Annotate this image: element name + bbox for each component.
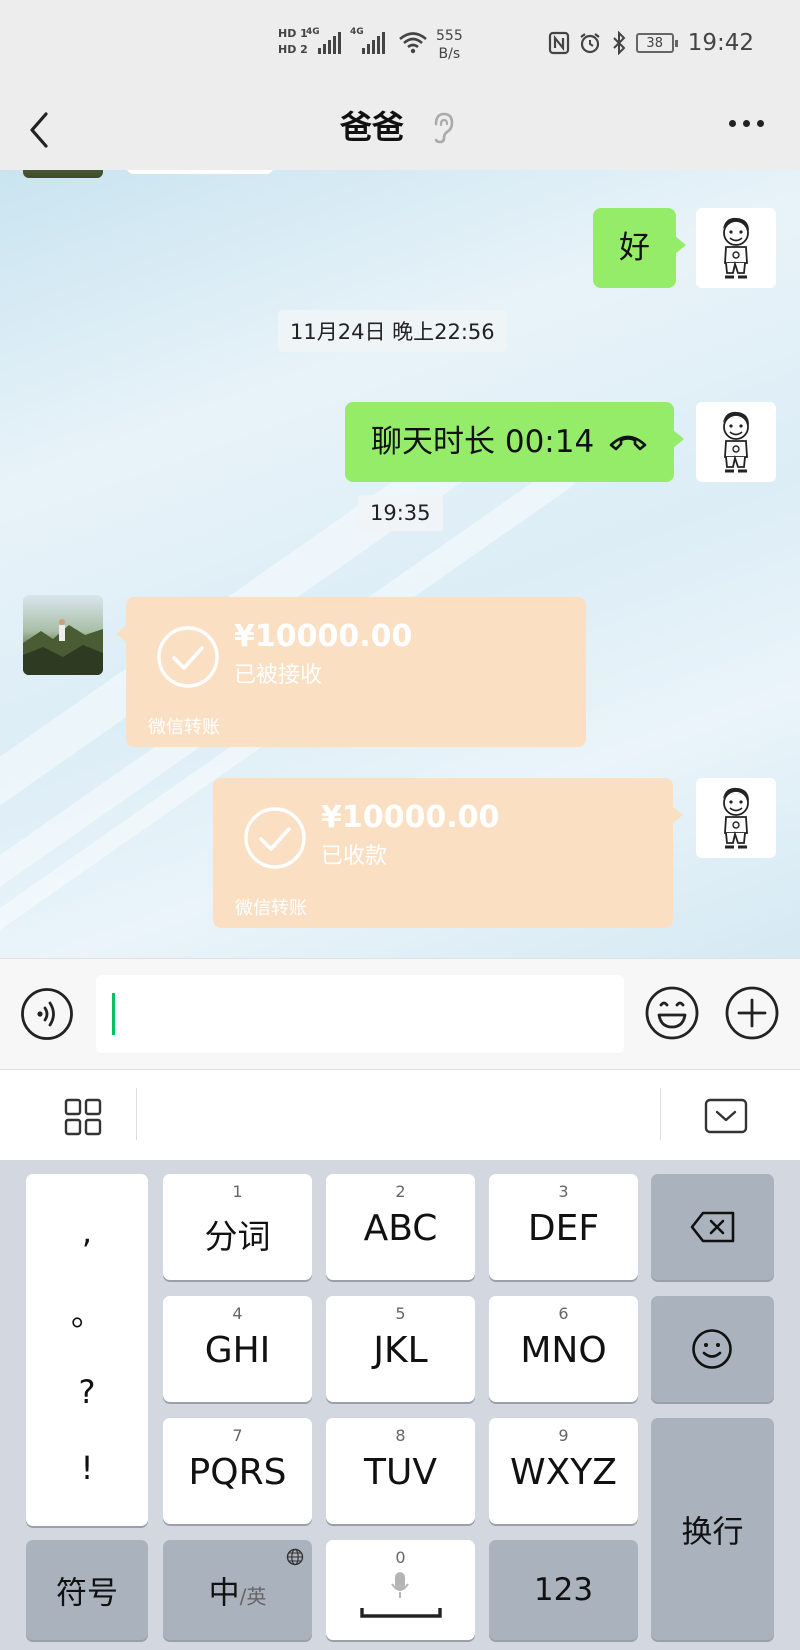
status-bar: HD 1 HD 2 4G 4G 555 B/s 38 19:42 [0,0,800,90]
alarm-icon [580,33,600,54]
key-8-tuv[interactable]: 8 TUV [326,1418,475,1524]
key-question[interactable]: ? [79,1373,96,1411]
number-key[interactable]: 123 [489,1540,638,1640]
message-bubble-sent[interactable]: 好 [593,208,686,288]
punctuation-column[interactable]: , 。 ? ! [26,1174,148,1526]
cartoon-boy-icon [723,411,749,473]
key-period[interactable]: 。 [71,1289,103,1335]
chat-title: 爸爸 [340,108,405,146]
transfer-card-collected[interactable]: ¥10000.00 已收款 微信转账 [213,778,683,928]
cartoon-boy-icon [723,787,749,849]
transfer-card-received[interactable]: ¥10000.00 已被接收 微信转账 [116,597,586,747]
grid-menu-icon[interactable] [64,1098,102,1136]
key-4-ghi[interactable]: 4 GHI [163,1296,312,1402]
keyboard-toolbar [0,1070,800,1160]
check-circle-icon [244,807,306,869]
avatar-me[interactable] [696,208,776,288]
backspace-icon [690,1211,735,1243]
divider [136,1088,137,1140]
transfer-amount: ¥10000.00 [321,800,500,835]
key-6-mno[interactable]: 6 MNO [489,1296,638,1402]
network-speed: 555 B/s [436,28,463,62]
key-2-abc[interactable]: 2 ABC [326,1174,475,1280]
wifi-icon [399,32,427,54]
avatar-dad[interactable] [23,595,103,675]
hangup-phone-icon [609,435,647,451]
earpiece-mode-icon [434,112,454,144]
signal-icon: 4G [306,27,341,54]
check-circle-icon [157,626,219,688]
message-input-bar [0,958,800,1070]
text-cursor [112,993,115,1035]
message-input[interactable] [96,975,624,1053]
transfer-status: 已被接收 [234,663,323,688]
transfer-amount: ¥10000.00 [234,619,413,654]
transfer-status: 已收款 [321,844,388,869]
message-bubble[interactable] [126,170,274,174]
back-icon[interactable] [22,108,58,152]
timestamp: 19:35 [358,495,443,531]
globe-icon [286,1548,304,1566]
symbols-key[interactable]: 符号 [26,1540,148,1640]
divider [660,1088,661,1140]
more-options-icon[interactable] [729,120,764,127]
hide-keyboard-icon[interactable] [704,1098,748,1134]
clock: 19:42 [687,30,754,56]
smiley-icon [692,1329,732,1369]
avatar-me[interactable] [696,402,776,482]
key-9-wxyz[interactable]: 9 WXYZ [489,1418,638,1524]
key-1-fenci[interactable]: 1 分词 [163,1174,312,1280]
nfc-icon [548,31,569,55]
transfer-label: 微信转账 [235,898,307,919]
bluetooth-icon [612,31,626,55]
emoji-key[interactable] [651,1296,774,1402]
microphone-icon [391,1572,409,1598]
call-record-bubble[interactable]: 聊天时长 00:14 [345,402,685,482]
transfer-label: 微信转账 [148,717,220,738]
chat-header: 爸爸 [0,90,800,170]
emoji-icon[interactable] [644,985,700,1041]
key-exclamation[interactable]: ! [81,1449,94,1487]
key-comma[interactable]: , [82,1213,92,1251]
battery-icon: 38 [635,33,678,53]
avatar-me[interactable] [696,778,776,858]
space-bar-icon [360,1608,442,1618]
timestamp: 11月24日 晚上22:56 [278,310,507,352]
enter-key[interactable]: 换行 [651,1418,774,1640]
key-3-def[interactable]: 3 DEF [489,1174,638,1280]
cartoon-boy-icon [723,217,749,279]
signal-icon: 4G [350,27,385,54]
language-switch-key[interactable]: 中/英 [163,1540,312,1640]
key-5-jkl[interactable]: 5 JKL [326,1296,475,1402]
plus-icon[interactable] [724,985,780,1041]
chat-area[interactable]: 好 11月24日 晚上22:56 聊天时长 00:14 19:35 ¥10000… [0,170,800,958]
backspace-key[interactable] [651,1174,774,1280]
voice-input-icon[interactable] [20,987,74,1041]
key-7-pqrs[interactable]: 7 PQRS [163,1418,312,1524]
keyboard: , 。 ? ! 1 分词 2 ABC 3 DEF 4 GHI 5 JKL 6 M… [0,1160,800,1650]
space-key[interactable]: 0 [326,1540,475,1640]
landscape-photo-icon [23,619,103,675]
hd-indicator: HD 1 HD 2 [278,27,308,56]
avatar-dad[interactable] [23,170,103,178]
